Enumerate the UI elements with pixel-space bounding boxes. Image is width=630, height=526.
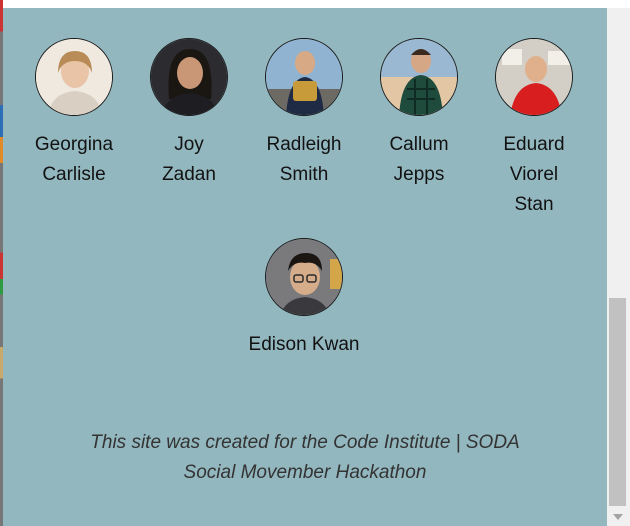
person-icon: [150, 38, 228, 116]
team-member-joy: Joy Zadan: [134, 38, 244, 190]
team-member-callum: Callum Jepps: [364, 38, 474, 190]
member-name: Radleigh Smith: [266, 134, 342, 185]
footer-line-2: Social Movember Hackathon: [183, 462, 427, 483]
vertical-scrollbar[interactable]: [607, 8, 630, 526]
team-member-radleigh: Radleigh Smith: [249, 38, 359, 190]
member-name: Eduard Viorel Stan: [503, 134, 565, 215]
person-icon: [495, 38, 573, 116]
team-member-edison: Edison Kwan: [219, 238, 389, 360]
top-margin: [3, 0, 630, 8]
scrollbar-thumb[interactable]: [609, 298, 626, 506]
footer-credit: This site was created for the Code Insti…: [63, 428, 547, 488]
team-member-eduard: Eduard Viorel Stan: [479, 38, 589, 220]
person-icon: [35, 38, 113, 116]
member-name: Georgina Carlisle: [34, 134, 114, 185]
member-name: Callum Jepps: [389, 134, 449, 185]
team-member-georgina: Georgina Carlisle: [19, 38, 129, 190]
footer-line-1: This site was created for the Code Insti…: [90, 432, 520, 453]
scroll-down-arrow-icon[interactable]: [613, 514, 623, 520]
person-icon: [265, 38, 343, 116]
person-icon: [380, 38, 458, 116]
member-name: Joy Zadan: [162, 134, 216, 185]
person-icon: [265, 238, 343, 316]
team-section: Georgina Carlisle Joy Zadan Radleigh Smi…: [3, 8, 607, 526]
member-name: Edison Kwan: [248, 334, 360, 355]
